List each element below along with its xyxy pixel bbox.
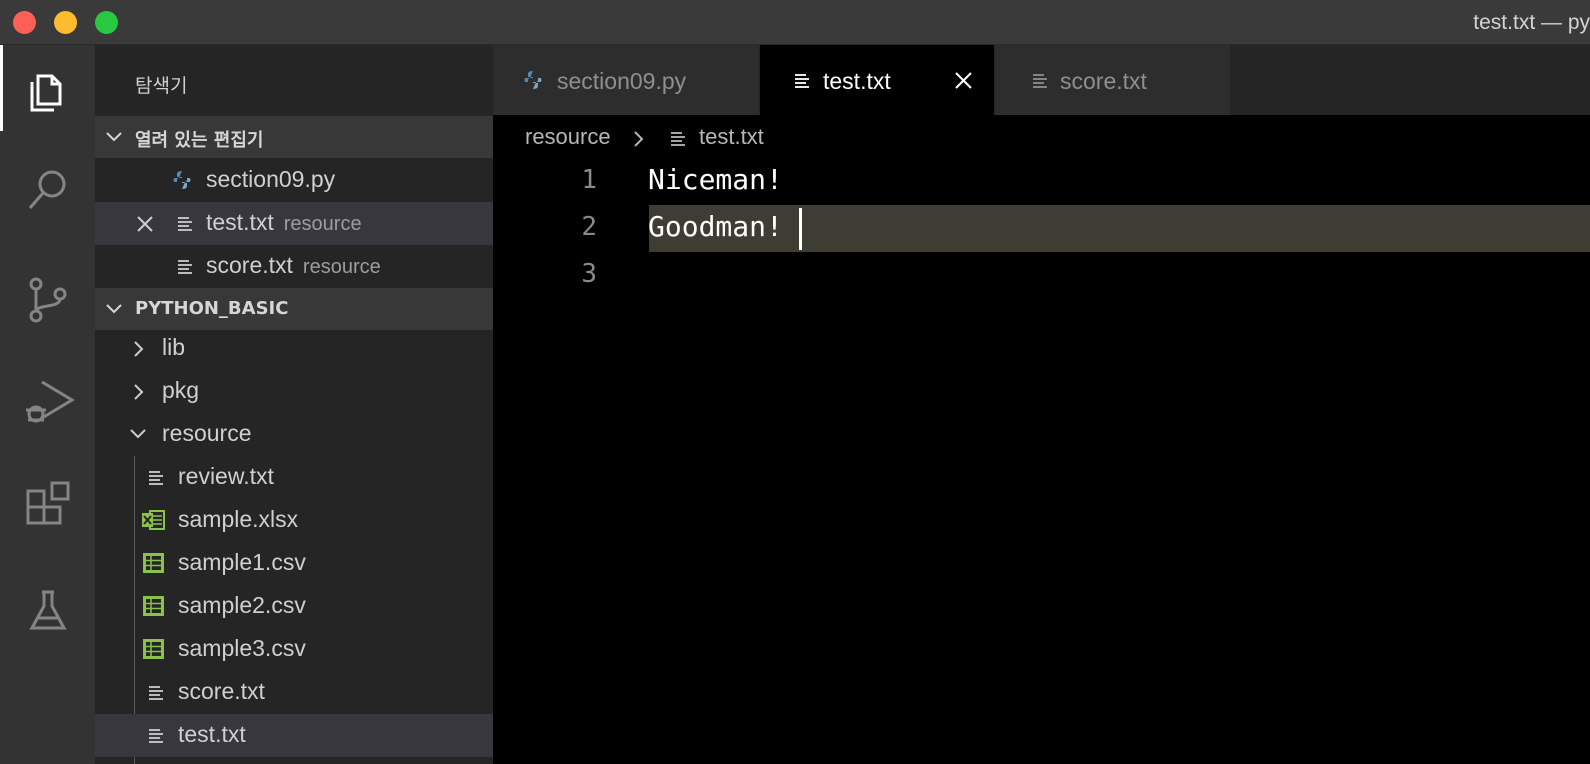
explorer-icon bbox=[30, 74, 62, 112]
activity-explorer[interactable] bbox=[0, 45, 95, 131]
code-line[interactable]: Niceman! bbox=[648, 163, 783, 196]
csv-icon bbox=[143, 596, 164, 616]
activity-testing[interactable] bbox=[0, 565, 95, 651]
activity-extensions[interactable] bbox=[0, 460, 95, 546]
file-name: sample3.csv bbox=[178, 635, 306, 661]
csv-icon bbox=[143, 553, 164, 573]
line-number: 3 bbox=[581, 259, 597, 289]
csv-icon bbox=[143, 639, 164, 659]
text-file-icon bbox=[178, 217, 192, 231]
folder-name: pkg bbox=[162, 377, 200, 403]
file-item-sample2-csv[interactable]: sample2.csv bbox=[95, 585, 493, 628]
chevron-down-icon bbox=[130, 429, 146, 439]
tab-label: test.txt bbox=[823, 68, 891, 94]
tab-score[interactable]: score.txt bbox=[995, 45, 1231, 115]
file-item-sample3-csv[interactable]: sample3.csv bbox=[95, 628, 493, 671]
file-item-sample-xlsx[interactable]: sample.xlsx bbox=[95, 499, 493, 542]
workspace-label: PYTHON_BASIC bbox=[135, 298, 289, 319]
open-editor-item[interactable]: test.txt resource bbox=[95, 202, 493, 245]
close-window-button[interactable] bbox=[13, 11, 36, 34]
text-cursor bbox=[799, 208, 802, 250]
folder-item-pkg[interactable]: pkg bbox=[95, 370, 493, 413]
open-editor-path: resource bbox=[283, 213, 362, 235]
text-file-icon bbox=[795, 74, 809, 88]
line-number: 1 bbox=[581, 165, 597, 195]
open-editor-name: score.txt bbox=[206, 252, 293, 278]
tab-test[interactable]: test.txt bbox=[760, 45, 995, 115]
sidebar-title: 탐색기 bbox=[135, 76, 188, 97]
chevron-right-icon bbox=[134, 384, 144, 400]
tab-label: score.txt bbox=[1060, 68, 1147, 94]
chevron-down-icon bbox=[106, 132, 122, 142]
close-icon[interactable] bbox=[137, 216, 153, 232]
extensions-icon bbox=[26, 481, 70, 525]
file-name: sample.xlsx bbox=[178, 506, 299, 532]
close-icon[interactable] bbox=[955, 72, 972, 89]
file-item-sample1-csv[interactable]: sample1.csv bbox=[95, 542, 493, 585]
activity-source-control[interactable] bbox=[0, 255, 95, 341]
explorer-sidebar: 탐색기 열려 있는 편집기 section09.py test.txt resou… bbox=[95, 45, 493, 764]
file-item-review[interactable]: review.txt bbox=[95, 456, 493, 499]
workspace-header[interactable]: PYTHON_BASIC bbox=[95, 288, 493, 330]
python-icon bbox=[524, 71, 542, 89]
open-editors-header[interactable]: 열려 있는 편집기 bbox=[95, 116, 493, 158]
file-name: review.txt bbox=[178, 463, 274, 489]
tab-section09[interactable]: section09.py bbox=[493, 45, 760, 115]
code-line[interactable]: Goodman! bbox=[648, 210, 783, 243]
chevron-right-icon bbox=[634, 131, 644, 147]
file-item-test[interactable]: test.txt bbox=[95, 714, 493, 757]
current-line-highlight bbox=[649, 205, 1590, 252]
open-editors-label: 열려 있는 편집기 bbox=[135, 130, 264, 151]
text-file-icon bbox=[178, 260, 192, 274]
folder-name: resource bbox=[162, 420, 252, 446]
file-name: sample1.csv bbox=[178, 549, 306, 575]
testing-icon bbox=[29, 590, 67, 630]
text-editor[interactable]: 1 Niceman! 2 Goodman! 3 bbox=[493, 159, 1590, 764]
open-editor-item[interactable]: score.txt resource bbox=[95, 245, 493, 288]
source-control-icon bbox=[29, 277, 67, 323]
minimize-window-button[interactable] bbox=[54, 11, 77, 34]
text-file-icon bbox=[1033, 74, 1047, 88]
chevron-right-icon bbox=[134, 341, 144, 357]
activity-search[interactable] bbox=[0, 145, 95, 231]
file-name: sample2.csv bbox=[178, 592, 306, 618]
window-title: test.txt — py bbox=[1473, 11, 1590, 34]
file-item-score[interactable]: score.txt bbox=[95, 671, 493, 714]
text-file-icon bbox=[149, 471, 163, 485]
file-name: score.txt bbox=[178, 678, 265, 704]
line-number: 2 bbox=[581, 212, 597, 242]
open-editor-path: resource bbox=[302, 256, 381, 278]
zoom-window-button[interactable] bbox=[95, 11, 118, 34]
text-file-icon bbox=[671, 132, 685, 146]
python-icon bbox=[173, 171, 191, 189]
editor-tabs: section09.py test.txt score.txt bbox=[493, 45, 1590, 115]
text-file-icon bbox=[149, 729, 163, 743]
title-bar: test.txt — py bbox=[0, 0, 1590, 45]
breadcrumb-folder[interactable]: resource bbox=[525, 124, 611, 150]
tab-label: section09.py bbox=[557, 68, 687, 94]
file-name: test.txt bbox=[178, 721, 246, 747]
breadcrumb-file[interactable]: test.txt bbox=[699, 124, 764, 150]
folder-name: lib bbox=[162, 334, 186, 360]
open-editor-name: test.txt bbox=[206, 209, 274, 235]
folder-item-lib[interactable]: lib bbox=[95, 327, 493, 370]
activity-bar bbox=[0, 45, 95, 764]
chevron-down-icon bbox=[106, 304, 122, 314]
run-debug-icon bbox=[26, 380, 75, 423]
open-editor-name: section09.py bbox=[206, 166, 336, 192]
text-file-icon bbox=[149, 686, 163, 700]
activity-run-debug[interactable] bbox=[0, 355, 95, 441]
breadcrumb: resource test.txt bbox=[493, 115, 1590, 159]
excel-icon bbox=[142, 510, 165, 530]
search-icon bbox=[28, 170, 66, 209]
open-editor-item[interactable]: section09.py bbox=[95, 159, 493, 202]
folder-item-resource[interactable]: resource bbox=[95, 413, 493, 456]
